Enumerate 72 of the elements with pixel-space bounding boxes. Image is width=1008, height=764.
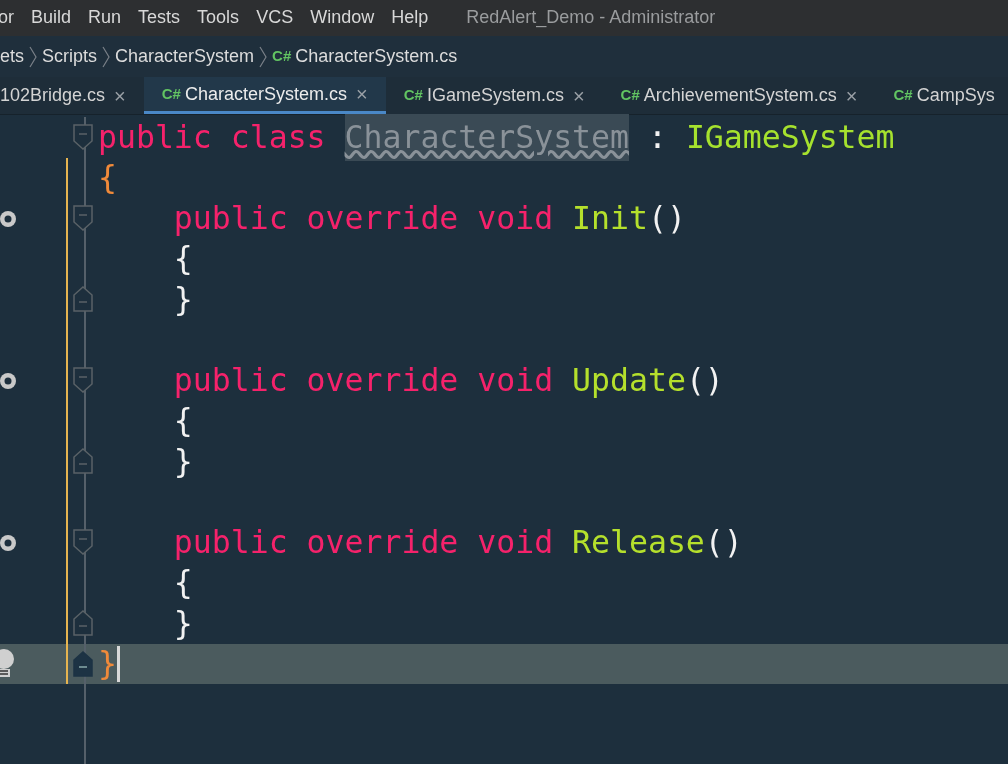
tab-label: CharacterSystem.cs (184, 82, 347, 106)
csharp-file-icon: C# (893, 84, 913, 107)
menu-item[interactable]: Tools (197, 4, 240, 32)
code-token: Update (572, 360, 686, 400)
code-token: CharacterSystem (344, 113, 629, 161)
fold-marker-icon[interactable] (73, 610, 93, 637)
menu-item[interactable]: Tests (138, 4, 181, 32)
chevron-icon (28, 45, 38, 68)
fold-marker-icon[interactable] (73, 529, 93, 556)
code-token: public (98, 117, 212, 157)
chevron-icon (101, 45, 112, 68)
code-token: void (477, 360, 554, 400)
lightbulb-icon[interactable] (0, 648, 16, 679)
editor-tab[interactable]: 102Bridge.cs × (0, 77, 144, 114)
editor-tab[interactable]: C# CharacterSystem.cs × (143, 77, 386, 114)
tab-label: 102Bridge.cs (0, 84, 106, 108)
close-icon[interactable]: × (845, 80, 858, 111)
code-token: override (306, 522, 459, 562)
menu-item[interactable]: Window (310, 4, 375, 32)
close-icon[interactable]: × (356, 79, 368, 110)
code-token: } (173, 603, 193, 643)
breadcrumb-item[interactable]: ets (0, 43, 24, 70)
csharp-file-icon: C# (272, 45, 292, 68)
code-token: void (477, 198, 554, 238)
code-token: : (647, 117, 667, 157)
fold-marker-icon[interactable] (73, 205, 93, 232)
editor-tab[interactable]: C# ArchievementSystem.cs × (602, 77, 876, 114)
menu-item[interactable]: Build (31, 4, 72, 32)
fold-marker-icon[interactable] (73, 448, 93, 475)
code-token: Init (572, 198, 648, 238)
menu-item[interactable]: Help (391, 4, 429, 32)
tab-label: ArchievementSystem.cs (643, 84, 837, 108)
code-token: public (173, 522, 288, 562)
code-token: () (685, 360, 724, 400)
fold-marker-icon[interactable] (73, 124, 93, 151)
fold-marker-icon[interactable] (73, 367, 93, 394)
code-token: class (230, 117, 326, 157)
window-title: RedAlert_Demo - Administrator (466, 6, 716, 30)
breadcrumb-item[interactable]: CharacterSystem.cs (295, 43, 458, 70)
code-token: { (173, 401, 193, 441)
code-token: { (173, 239, 193, 279)
code-token: public (173, 198, 288, 238)
code-token: Release (572, 522, 705, 562)
code-token: IGameSystem (685, 117, 895, 157)
chevron-icon (258, 45, 269, 68)
code-token: { (98, 158, 117, 198)
code-token: override (306, 198, 459, 238)
menu-item[interactable]: Run (88, 4, 122, 32)
breadcrumb-item[interactable]: Scripts (42, 43, 98, 70)
code-token: } (173, 441, 193, 481)
code-token: } (98, 644, 117, 684)
code-token: public (173, 360, 288, 400)
code-token: void (477, 522, 554, 562)
csharp-file-icon: C# (620, 84, 640, 107)
editor-tab[interactable]: C# IGameSystem.cs × (385, 77, 603, 114)
fold-marker-icon[interactable] (73, 650, 93, 677)
breadcrumb-item[interactable]: CharacterSystem (115, 43, 255, 70)
code-token: override (306, 360, 459, 400)
code-token: () (704, 522, 743, 562)
code-token: () (647, 198, 686, 238)
tab-label: CampSys (916, 84, 995, 108)
tab-label: IGameSystem.cs (426, 84, 564, 108)
text-caret (116, 645, 120, 682)
menu-item[interactable]: VCS (256, 4, 294, 32)
csharp-file-icon: C# (403, 84, 423, 107)
csharp-file-icon: C# (161, 82, 181, 106)
code-token: { (173, 563, 193, 603)
editor-tab[interactable]: C# CampSys (875, 77, 1008, 114)
close-icon[interactable]: × (114, 80, 126, 111)
close-icon[interactable]: × (572, 80, 585, 111)
code-token: } (173, 279, 193, 319)
fold-marker-icon[interactable] (73, 286, 93, 313)
